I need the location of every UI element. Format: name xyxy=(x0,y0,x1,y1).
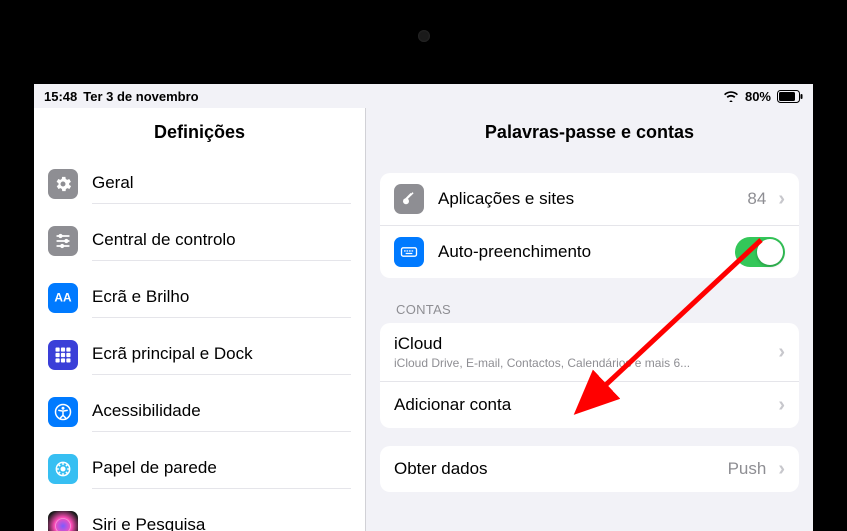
sidebar-item-label: Ecrã e Brilho xyxy=(92,277,351,318)
sidebar-title: Definições xyxy=(34,108,365,155)
sidebar-item-papel[interactable]: Papel de parede xyxy=(34,440,365,497)
key-icon xyxy=(394,184,424,214)
sidebar-item-label: Geral xyxy=(92,163,351,204)
device-camera xyxy=(418,30,430,42)
chevron-right-icon: › xyxy=(778,394,785,417)
row-label: Aplicações e sites xyxy=(438,189,747,209)
accessibility-icon xyxy=(48,397,78,427)
chevron-right-icon: › xyxy=(778,188,785,211)
grid-icon xyxy=(48,340,78,370)
row-label: Obter dados xyxy=(394,459,728,479)
row-label: Adicionar conta xyxy=(394,395,774,415)
chevron-right-icon: › xyxy=(778,458,785,481)
wallpaper-icon xyxy=(48,454,78,484)
battery-icon xyxy=(777,90,803,103)
sidebar-item-brilho[interactable]: AA Ecrã e Brilho xyxy=(34,269,365,326)
sidebar-item-label: Acessibilidade xyxy=(92,391,351,432)
row-value: 84 xyxy=(747,189,766,209)
sidebar-item-label: Papel de parede xyxy=(92,448,351,489)
status-bar: 15:48 Ter 3 de novembro 80% xyxy=(34,84,813,108)
group-passwords: Aplicações e sites 84 › Auto-preenchimen… xyxy=(380,173,799,278)
row-label: Auto-preenchimento xyxy=(438,242,735,262)
row-obter-dados[interactable]: Obter dados Push › xyxy=(380,446,799,492)
svg-text:AA: AA xyxy=(54,290,72,304)
sidebar-item-geral[interactable]: Geral xyxy=(34,155,365,212)
detail-pane: Palavras-passe e contas Aplicações e sit… xyxy=(366,108,813,531)
settings-sidebar: Definições Geral Central de controlo xyxy=(34,108,366,531)
sliders-icon xyxy=(48,226,78,256)
screen: 15:48 Ter 3 de novembro 80% Definições xyxy=(34,84,813,531)
sidebar-item-controlo[interactable]: Central de controlo xyxy=(34,212,365,269)
row-auto-preenchimento[interactable]: Auto-preenchimento xyxy=(380,226,799,278)
row-label: iCloud xyxy=(394,334,774,354)
keyboard-icon xyxy=(394,237,424,267)
chevron-right-icon: › xyxy=(778,341,785,364)
gear-icon xyxy=(48,169,78,199)
autofill-toggle[interactable] xyxy=(735,237,785,267)
row-aplicacoes-sites[interactable]: Aplicações e sites 84 › xyxy=(380,173,799,226)
status-battery-pct: 80% xyxy=(745,89,771,104)
status-date: Ter 3 de novembro xyxy=(83,89,198,104)
group-obter-dados: Obter dados Push › xyxy=(380,446,799,492)
row-icloud[interactable]: iCloud iCloud Drive, E-mail, Contactos, … xyxy=(380,323,799,382)
brightness-icon: AA xyxy=(48,283,78,313)
sidebar-item-label: Ecrã principal e Dock xyxy=(92,334,351,375)
group-header-contas: CONTAS xyxy=(396,302,799,317)
row-adicionar-conta[interactable]: Adicionar conta › xyxy=(380,382,799,428)
sidebar-item-acessibilidade[interactable]: Acessibilidade xyxy=(34,383,365,440)
sidebar-item-dock[interactable]: Ecrã principal e Dock xyxy=(34,326,365,383)
detail-title: Palavras-passe e contas xyxy=(366,108,813,155)
row-value: Push xyxy=(728,459,767,479)
row-sub: iCloud Drive, E-mail, Contactos, Calendá… xyxy=(394,356,774,370)
siri-icon xyxy=(48,511,78,531)
sidebar-item-label: Central de controlo xyxy=(92,220,351,261)
group-contas: iCloud iCloud Drive, E-mail, Contactos, … xyxy=(380,323,799,428)
sidebar-item-siri[interactable]: Siri e Pesquisa xyxy=(34,497,365,531)
wifi-icon xyxy=(723,90,739,102)
sidebar-item-label: Siri e Pesquisa xyxy=(92,505,351,531)
status-time: 15:48 xyxy=(44,89,77,104)
